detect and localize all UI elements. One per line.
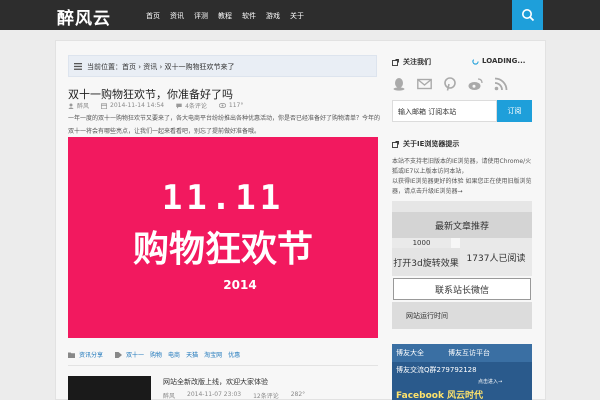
nav-item-software[interactable]: 软件 — [242, 11, 256, 21]
ad-strip — [392, 201, 532, 212]
link-icon — [392, 140, 399, 148]
subscribe-button[interactable]: 订阅 — [497, 100, 532, 122]
post-author[interactable]: 醉风 — [68, 101, 89, 110]
email-icon[interactable] — [417, 77, 432, 91]
nav-item-home[interactable]: 首页 — [146, 11, 160, 21]
post-views: 282° — [290, 391, 306, 398]
loading-indicator: LOADING... — [472, 57, 525, 65]
subscribe-input[interactable]: 输入邮箱 订阅本站 — [392, 100, 497, 122]
tag-icon — [115, 351, 123, 358]
nav-item-game[interactable]: 游戏 — [266, 11, 280, 21]
ad-reads[interactable]: 1737人已阅读 — [460, 238, 532, 276]
post-thumbnail[interactable] — [68, 376, 151, 400]
banner-text: 博友交流Q群279792128 — [396, 366, 477, 374]
user-icon — [68, 103, 74, 109]
rss-icon[interactable] — [494, 77, 508, 91]
spinner-icon — [472, 57, 479, 65]
post-date: 2014-11-14 14:54 — [101, 101, 164, 110]
ad-3d[interactable]: 打开3d旋转效果 — [392, 248, 460, 276]
eye-icon — [218, 103, 226, 108]
main-nav: 首页 资讯 评测 教程 软件 游戏 关于 — [146, 11, 314, 21]
hero-graphic: 11.11 购物狂欢节 2014 — [133, 178, 313, 292]
post-date: 2014-11-07 23:03 — [187, 391, 242, 398]
post-views: 117° — [218, 101, 243, 110]
search-icon — [522, 9, 535, 22]
ie-widget-title: 关于IE浏览器提示 — [392, 139, 459, 149]
pinterest-icon[interactable] — [443, 77, 457, 91]
social-links — [392, 77, 508, 91]
qq-icon[interactable] — [392, 77, 406, 91]
ie-notice-text: 本站不支持老旧版本的IE浏览器，请使用Chrome/火狐或IE7以上版本访问本站… — [392, 158, 532, 195]
nav-item-news[interactable]: 资讯 — [170, 11, 184, 21]
link-icon — [392, 58, 399, 66]
ad-wechat[interactable]: 联系站长微信 — [393, 278, 531, 300]
post-tags: 资讯分享 双十一 购物 电商 天猫 淘宝网 优惠 — [68, 350, 246, 359]
post-category[interactable]: 资讯分享 — [79, 350, 103, 359]
banner-cta[interactable]: 点击进入→ — [478, 378, 502, 385]
post-meta: 醉风 2014-11-14 14:54 4条评论 117° — [68, 101, 255, 110]
tag-link[interactable]: 天猫 — [186, 350, 198, 359]
post-author[interactable]: 醉风 — [163, 391, 175, 400]
breadcrumb-text[interactable]: 当前位置：首页 › 资讯 › 双十一购物狂欢节来了 — [87, 62, 235, 72]
post-comments[interactable]: 4条评论 — [176, 101, 207, 110]
post-comments[interactable]: 12条评论 — [253, 391, 279, 400]
weibo-icon[interactable] — [468, 77, 483, 91]
tag-link[interactable]: 双十一 — [126, 350, 144, 359]
banner-text: 博友大全 — [396, 349, 424, 357]
post-hero-image[interactable]: 11.11 购物狂欢节 2014 — [68, 137, 378, 338]
partner-banner[interactable]: 博友大全 博友互访平台 博友交流Q群279792128 点击进入→ Facebo… — [392, 344, 532, 400]
post-title[interactable]: 双十一购物狂欢节，你准备好了吗 — [68, 86, 233, 102]
tag-link[interactable]: 优惠 — [228, 350, 240, 359]
top-navbar: 醉风云 首页 资讯 评测 教程 软件 游戏 关于 — [0, 0, 600, 30]
tag-link[interactable]: 电商 — [168, 350, 180, 359]
list-icon — [74, 63, 82, 70]
banner-text: 博友互访平台 — [448, 349, 490, 357]
hero-main-text: 购物狂欢节 — [133, 229, 313, 270]
hero-year-text: 2014 — [223, 278, 256, 292]
post-excerpt: 一年一度的双十一购物狂欢节又要来了，各大电商平台纷纷推出各种优惠活动，你是否已经… — [68, 115, 381, 135]
site-logo[interactable]: 醉风云 — [57, 4, 111, 29]
nav-item-review[interactable]: 评测 — [194, 11, 208, 21]
subscribe-form: 输入邮箱 订阅本站 订阅 — [392, 100, 532, 122]
post-meta: 醉风 2014-11-07 23:03 12条评论 282° — [163, 391, 317, 400]
post-title[interactable]: 网站全新改版上线，欢迎大家体验 — [163, 377, 268, 387]
ad-count: 1000 — [392, 238, 451, 248]
ad-latest[interactable]: 最新文章推荐 — [392, 212, 532, 238]
folder-icon — [68, 352, 75, 358]
comment-icon — [176, 103, 182, 109]
tag-link[interactable]: 购物 — [150, 350, 162, 359]
divider — [68, 365, 378, 366]
follow-widget-title: 关注我们 — [392, 57, 431, 67]
ad-runtime[interactable]: 网站运行时间 — [392, 302, 532, 329]
content-container: 当前位置：首页 › 资讯 › 双十一购物狂欢节来了 双十一购物狂欢节，你准备好了… — [55, 40, 546, 400]
ad-grid: 最新文章推荐 1000 打开3d旋转效果 1737人已阅读 联系站长微信 网站运… — [392, 201, 532, 329]
tag-link[interactable]: 淘宝网 — [204, 350, 222, 359]
nav-item-tutorial[interactable]: 教程 — [218, 11, 232, 21]
hero-top-text: 11.11 — [162, 178, 284, 218]
breadcrumb: 当前位置：首页 › 资讯 › 双十一购物狂欢节来了 — [68, 55, 377, 77]
nav-item-about[interactable]: 关于 — [290, 11, 304, 21]
banner-text: Facebook 风云时代 — [396, 391, 484, 400]
search-button[interactable] — [512, 0, 543, 30]
calendar-icon — [101, 102, 108, 109]
